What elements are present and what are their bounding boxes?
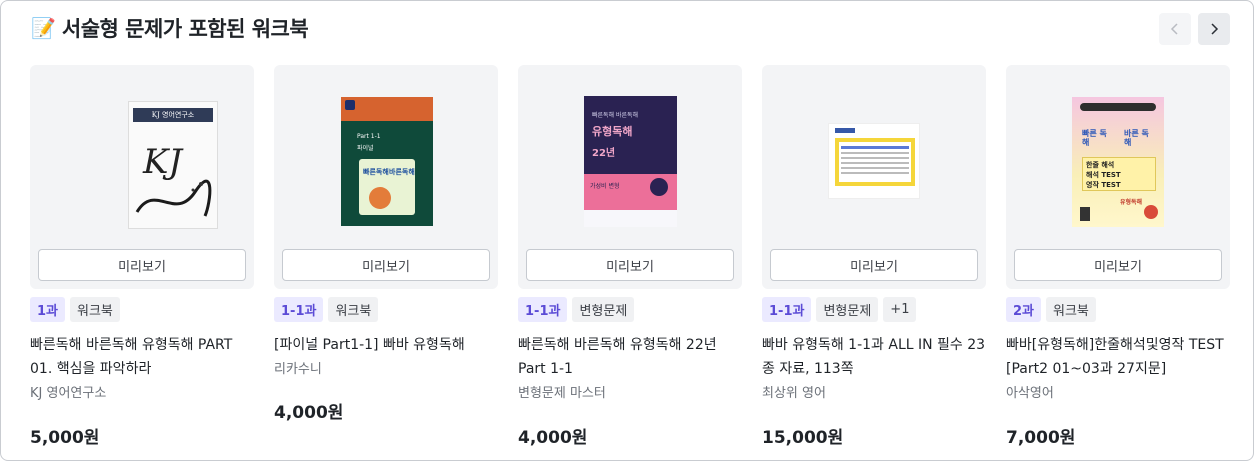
seller-name[interactable]: 최상위 영어 <box>762 385 986 403</box>
cover-label: 유형독해 <box>1120 199 1143 206</box>
product-price: 15,000원 <box>762 428 844 448</box>
type-tag: 변형문제 <box>816 297 879 322</box>
cover-part: Part 1-1 <box>357 133 381 140</box>
product-name[interactable]: 빠른독해 바른독해 유형독해 PART 01. 핵심을 파악하라 <box>30 333 254 381</box>
book-cover-image: 빠른독해 바른독해 유형독해 22년 가성비 변형 <box>584 96 677 227</box>
book-cover-image: Part 1-1 파이널 빠른독해 바른독해 <box>341 97 433 226</box>
lesson-tag: 2과 <box>1006 297 1042 322</box>
lesson-tag: 1-1과 <box>274 297 324 322</box>
cover-label: 영작 TEST <box>1086 181 1121 189</box>
chevron-right-icon <box>1211 23 1219 35</box>
cover-year: 22년 <box>592 148 616 159</box>
cover-label: 한줄 해석 <box>1086 161 1115 169</box>
product-card[interactable]: 빠른 독해 바른 독해 한줄 해석 해석 TEST 영작 TEST 유형독해 미… <box>1006 65 1230 448</box>
cover-series: 빠른독해 바른독해 <box>592 112 639 119</box>
tag-list: 2과 워크북 <box>1006 297 1230 322</box>
cover-label: 바른 독해 <box>1124 129 1149 147</box>
type-tag: 변형문제 <box>572 297 635 322</box>
carousel-next-button[interactable] <box>1198 13 1230 45</box>
book-cover-image: 빠른 독해 바른 독해 한줄 해석 해석 TEST 영작 TEST 유형독해 <box>1072 97 1164 227</box>
product-price: 4,000원 <box>518 428 588 448</box>
product-carousel: KJ 영어연구소 KJ 미리보기 1과 워크북 빠른독해 바른독해 유형독해 P… <box>30 65 1250 448</box>
cover-tag: 가성비 변형 <box>590 183 620 190</box>
type-tag: 워크북 <box>328 297 379 322</box>
section-header: 📝 서술형 문제가 포함된 워크북 <box>31 13 309 43</box>
tag-list: 1-1과 변형문제 <box>518 297 742 322</box>
more-tags-badge[interactable]: +1 <box>883 297 917 322</box>
tag-list: 1-1과 워크북 <box>274 297 498 322</box>
cover-label: 빠른독해 <box>363 168 389 176</box>
product-card[interactable]: KJ 영어연구소 KJ 미리보기 1과 워크북 빠른독해 바른독해 유형독해 P… <box>30 65 254 448</box>
cover-label: 바른독해 <box>389 168 415 176</box>
cover-label: 빠른 독해 <box>1082 129 1107 147</box>
product-thumbnail[interactable]: 미리보기 <box>762 65 986 289</box>
preview-button[interactable]: 미리보기 <box>282 249 490 281</box>
memo-icon: 📝 <box>31 16 56 40</box>
lesson-tag: 1-1과 <box>762 297 812 322</box>
product-thumbnail[interactable]: 빠른 독해 바른 독해 한줄 해석 해석 TEST 영작 TEST 유형독해 미… <box>1006 65 1230 289</box>
lesson-tag: 1-1과 <box>518 297 568 322</box>
tag-list: 1과 워크북 <box>30 297 254 322</box>
lesson-tag: 1과 <box>30 297 66 322</box>
product-card[interactable]: Part 1-1 파이널 빠른독해 바른독해 미리보기 1-1과 워크북 [파이… <box>274 65 498 423</box>
product-thumbnail[interactable]: Part 1-1 파이널 빠른독해 바른독해 미리보기 <box>274 65 498 289</box>
type-tag: 워크북 <box>1046 297 1096 322</box>
product-price: 5,000원 <box>30 428 100 448</box>
section-title: 서술형 문제가 포함된 워크북 <box>61 17 309 41</box>
product-thumbnail[interactable]: 빠른독해 바른독해 유형독해 22년 가성비 변형 미리보기 <box>518 65 742 289</box>
document-preview-image <box>828 123 920 199</box>
product-name[interactable]: 빠바[유형독해]한줄해석및영작 TEST [Part2 01~03과 27지문] <box>1006 333 1230 381</box>
workbook-section: 📝 서술형 문제가 포함된 워크북 KJ 영어연구소 KJ 미리보기 1과 워크… <box>0 0 1254 461</box>
preview-button[interactable]: 미리보기 <box>1014 249 1222 281</box>
product-name[interactable]: 빠른독해 바른독해 유형독해 22년 Part 1-1 <box>518 333 742 381</box>
product-price: 4,000원 <box>274 403 344 423</box>
preview-button[interactable]: 미리보기 <box>526 249 734 281</box>
seller-name[interactable]: 변형문제 마스터 <box>518 385 742 403</box>
book-cover-image: KJ 영어연구소 KJ <box>128 101 218 229</box>
product-name[interactable]: 빠바 유형독해 1-1과 ALL IN 필수 23종 자료, 113쪽 <box>762 333 986 381</box>
seller-name[interactable]: KJ 영어연구소 <box>30 385 254 403</box>
product-name[interactable]: [파이널 Part1-1] 빠바 유형독해 <box>274 333 498 357</box>
product-card[interactable]: 빠른독해 바른독해 유형독해 22년 가성비 변형 미리보기 1-1과 변형문제… <box>518 65 742 448</box>
cover-subtitle: 파이널 <box>357 145 374 152</box>
product-card[interactable]: 미리보기 1-1과 변형문제 +1 빠바 유형독해 1-1과 ALL IN 필수… <box>762 65 986 448</box>
seller-name[interactable]: 리카수니 <box>274 361 498 379</box>
seller-name[interactable]: 아삭영어 <box>1006 385 1230 403</box>
product-price: 7,000원 <box>1006 428 1076 448</box>
chevron-left-icon <box>1170 23 1178 35</box>
cover-swirl-graphic <box>135 179 212 217</box>
type-tag: 워크북 <box>70 297 120 322</box>
product-thumbnail[interactable]: KJ 영어연구소 KJ 미리보기 <box>30 65 254 289</box>
preview-button[interactable]: 미리보기 <box>38 249 246 281</box>
tag-list: 1-1과 변형문제 +1 <box>762 297 986 322</box>
cover-label: 해석 TEST <box>1086 171 1121 179</box>
cover-title: KJ 영어연구소 <box>133 108 213 122</box>
preview-button[interactable]: 미리보기 <box>770 249 978 281</box>
carousel-prev-button[interactable] <box>1159 13 1191 45</box>
cover-title: 유형독해 <box>592 125 633 138</box>
